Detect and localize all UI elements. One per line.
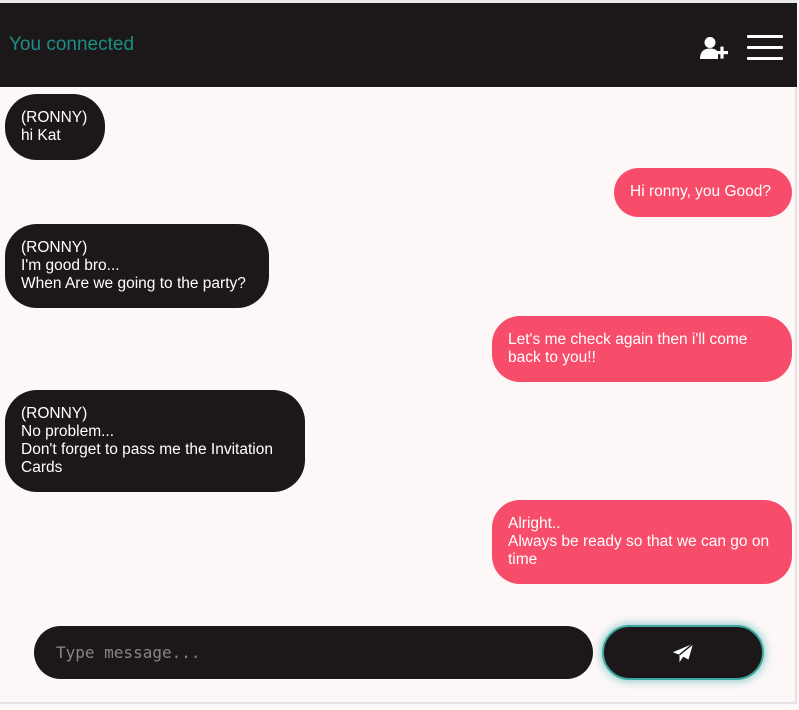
connection-status: You connected [9,34,135,55]
top-bar: You connected [0,3,797,87]
message-received: (RONNY) I'm good bro... When Are we goin… [5,224,269,308]
message-sent: Hi ronny, you Good? [614,168,792,217]
hamburger-menu-icon[interactable] [747,35,783,61]
message-received: (RONNY) No problem... Don't forget to pa… [5,390,305,492]
add-user-icon[interactable] [699,36,729,60]
message-sent: Let's me check again then i'll come back… [492,316,792,382]
message-received: (RONNY) hi Kat [5,94,105,160]
message-input[interactable] [54,642,573,663]
message-sent: Alright.. Always be ready so that we can… [492,500,792,584]
send-icon [672,642,694,662]
send-button[interactable] [602,625,764,680]
message-composer [34,626,593,679]
